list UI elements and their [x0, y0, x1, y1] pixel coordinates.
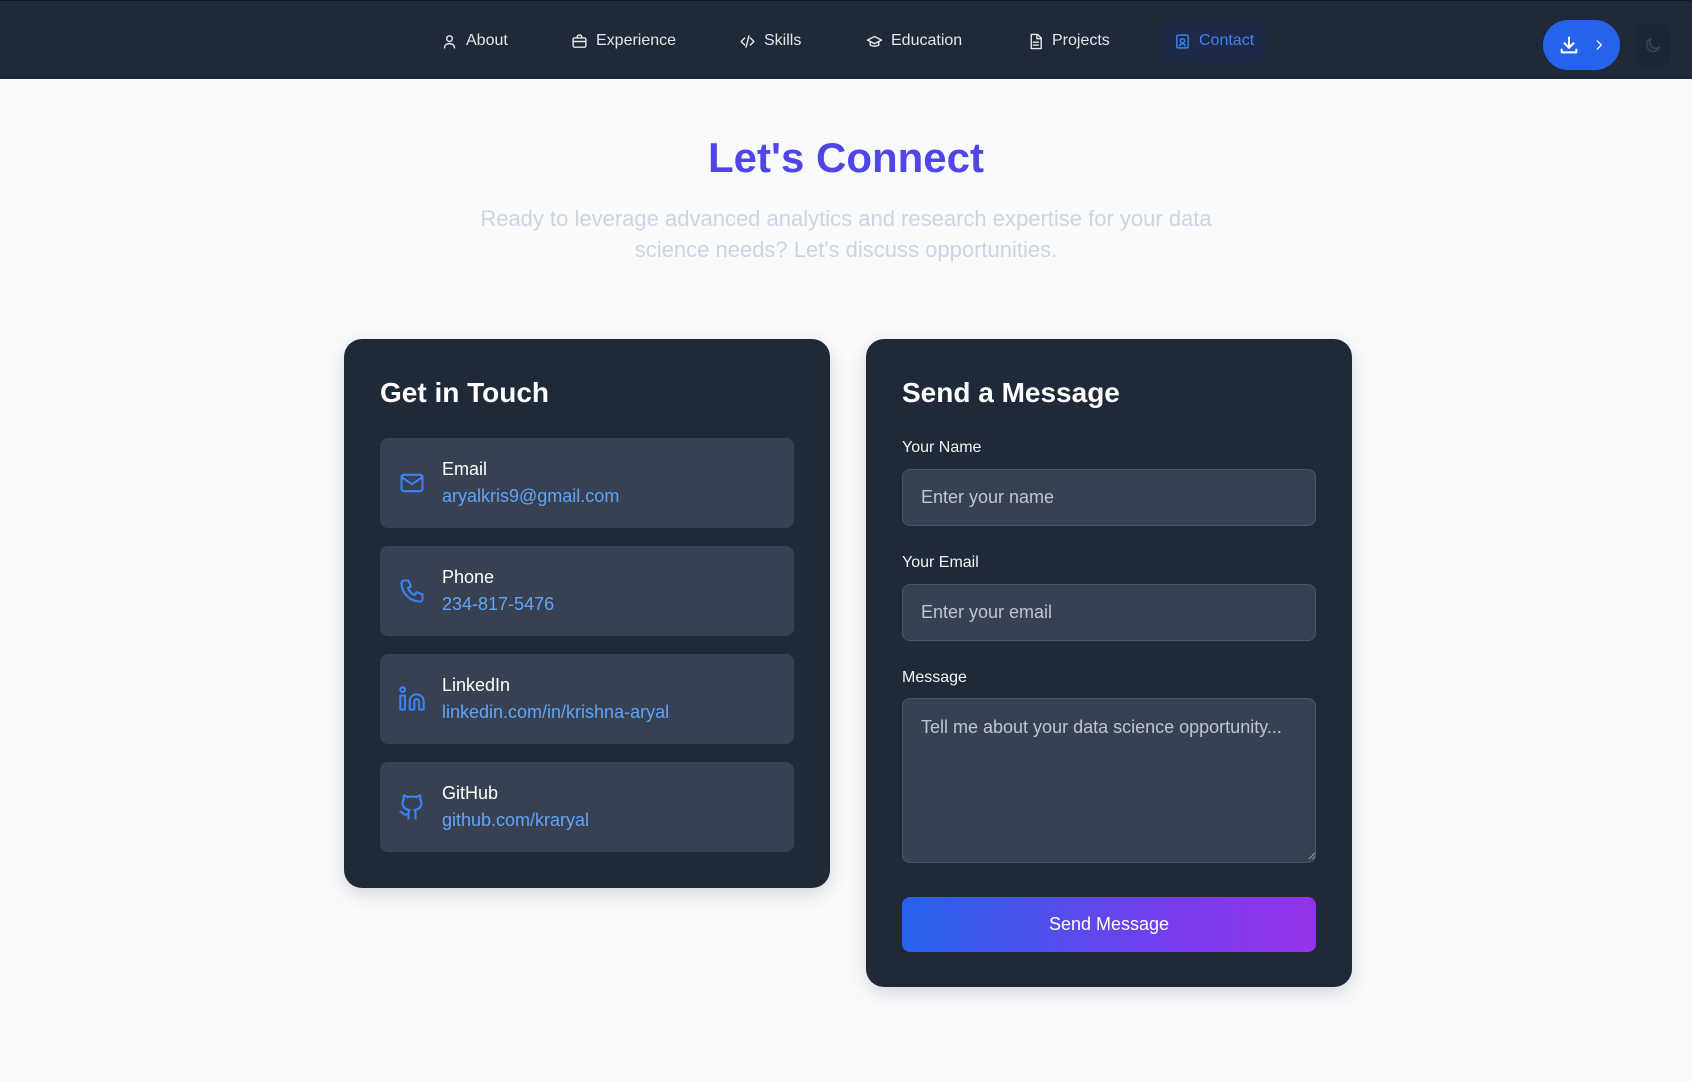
theme-toggle-button[interactable] — [1636, 23, 1670, 67]
get-in-touch-card: Get in Touch Email aryalkris9@gmail.com … — [344, 339, 830, 888]
nav-item-education[interactable]: Education — [854, 20, 974, 62]
nav-item-about[interactable]: About — [429, 20, 520, 62]
page-title: Let's Connect — [707, 134, 984, 181]
contact-item-phone[interactable]: Phone 234-817-5476 — [380, 546, 794, 636]
contact-value-link[interactable]: linkedin.com/in/krishna-aryal — [442, 702, 669, 723]
message-wrapper — [866, 698, 1352, 863]
nav-item-experience[interactable]: Experience — [559, 20, 688, 62]
contact-item-linkedin[interactable]: LinkedIn linkedin.com/in/krishna-aryal — [380, 654, 794, 744]
github-icon — [398, 793, 426, 821]
email-input[interactable] — [902, 584, 1316, 641]
contact-label: Email — [442, 459, 488, 479]
linkedin-icon — [398, 685, 426, 713]
message-textarea[interactable] — [902, 698, 1316, 863]
nav-item-label: Education — [891, 32, 963, 49]
contact-icon — [1176, 33, 1189, 49]
contact-label: GitHub — [442, 783, 499, 803]
code-icon — [740, 34, 755, 48]
graduation-cap-icon — [866, 35, 883, 47]
nav-links: About Experience Skills Education Projec… — [0, 1, 1692, 80]
nav-item-label: About — [466, 32, 508, 49]
mail-icon — [398, 469, 426, 497]
moon-icon — [1645, 37, 1661, 53]
nav-item-contact[interactable]: Contact — [1162, 20, 1267, 62]
chevron-right-icon — [1596, 40, 1602, 50]
nav-item-label: Contact — [1199, 32, 1255, 49]
contact-item-email[interactable]: Email aryalkris9@gmail.com — [380, 438, 794, 528]
contact-item-github[interactable]: GitHub github.com/kraryal — [380, 762, 794, 852]
send-message-card: Send a Message Your Name Your Email Mess… — [866, 339, 1352, 987]
nav-item-skills[interactable]: Skills — [727, 20, 813, 62]
card-title: Get in Touch — [380, 377, 550, 408]
nav-item-label: Experience — [596, 32, 677, 49]
top-navbar: About Experience Skills Education Projec… — [0, 0, 1692, 79]
download-icon — [1560, 36, 1577, 54]
name-field-label: Your Name — [902, 439, 982, 456]
nav-item-projects[interactable]: Projects — [1015, 20, 1122, 62]
user-icon — [443, 34, 456, 49]
contact-value-link[interactable]: 234-817-5476 — [442, 594, 554, 615]
download-resume-button[interactable] — [1543, 20, 1620, 70]
page-subtitle: Ready to leverage advanced analytics and… — [480, 206, 1212, 262]
name-input[interactable] — [902, 469, 1316, 526]
contact-label: LinkedIn — [442, 675, 511, 695]
phone-icon — [398, 577, 426, 605]
message-field-label: Message — [902, 669, 967, 686]
nav-item-label: Projects — [1052, 32, 1110, 49]
nav-item-label: Skills — [764, 32, 802, 49]
email-field-label: Your Email — [902, 554, 979, 571]
card-title: Send a Message — [902, 377, 1120, 408]
document-icon — [1030, 33, 1042, 49]
resize-grip-icon[interactable] — [1307, 851, 1316, 860]
contact-label: Phone — [442, 567, 495, 587]
contact-value-link[interactable]: github.com/kraryal — [442, 810, 589, 831]
contact-value-link[interactable]: aryalkris9@gmail.com — [442, 486, 619, 507]
send-message-button[interactable]: Send Message — [902, 897, 1316, 952]
briefcase-icon — [572, 33, 587, 48]
